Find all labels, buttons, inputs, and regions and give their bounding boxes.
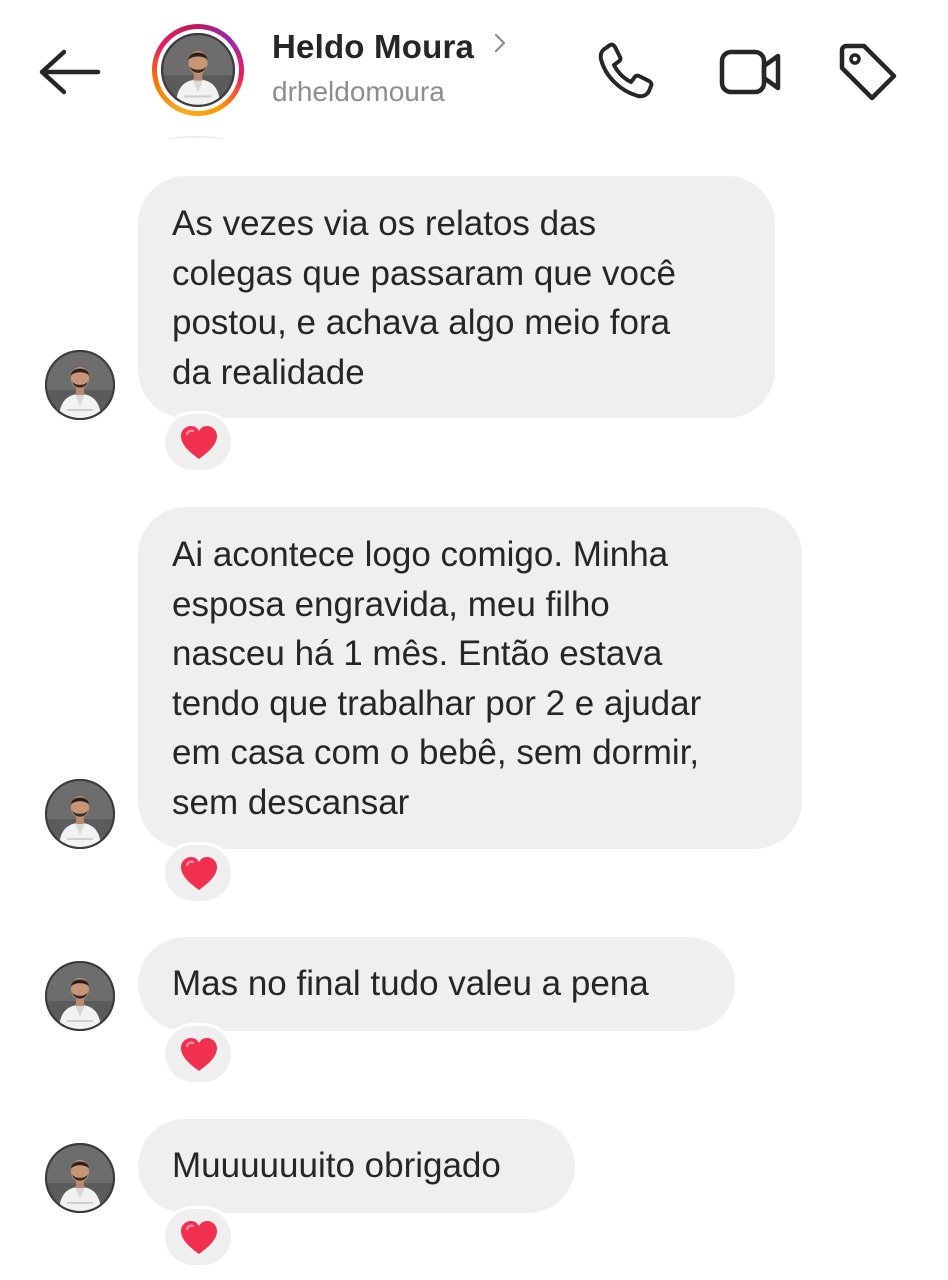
heart-icon [180,856,218,892]
message-text-line: da realidade [172,352,365,392]
avatar [45,1143,115,1213]
contact-username: drheldomoura [272,76,445,107]
profile-avatar-story-ring[interactable] [152,24,244,116]
message-bubble[interactable]: Mas no final tudo valeu a pena [138,937,735,1031]
avatar [45,961,115,1031]
message-text-line: esposa engravida, meu filho [172,584,610,624]
message-text-line: sem descansar [172,782,410,822]
message-text-line: Ai acontece logo comigo. Minha [172,535,669,574]
message-text-line: colegas que passaram que você [172,253,676,293]
chevron-right-icon [494,33,505,53]
message-text-line: em casa com o bebê, sem dormir, [172,733,700,772]
message-bubble[interactable]: Muuuuuuito obrigado [138,1119,575,1213]
avatar [45,350,115,420]
avatar [45,779,115,849]
video-camera-icon [719,49,781,95]
phone-icon [598,42,654,99]
back-button[interactable] [36,44,102,100]
contact-name: Heldo Moura [272,28,475,65]
call-button[interactable] [592,38,660,106]
back-arrow-icon [39,49,101,95]
heart-reaction[interactable] [162,842,234,904]
message-text-line: nasceu há 1 mês. Então estava [172,634,663,673]
contact-title[interactable]: Heldo Moura drheldomoura [272,28,552,108]
heart-icon [180,1037,218,1073]
message-text-line: postou, e achava algo meio fora [172,303,671,342]
heart-icon [180,425,218,461]
tag-button[interactable] [834,38,902,106]
message-text-line: Mas no final tudo valeu a pena [172,964,649,1003]
chat-header: Heldo Moura drheldomoura [0,0,948,140]
message-text-line: As vezes via os relatos das [172,204,597,243]
divider [168,136,224,144]
heart-reaction[interactable] [162,1023,234,1085]
heart-icon [180,1220,218,1256]
heart-reaction[interactable] [162,1206,234,1268]
message-text-line: tendo que trabalhar por 2 e ajudar [172,683,702,723]
message-bubble[interactable]: Ai acontece logo comigo. Minha esposa en… [138,507,802,849]
tag-icon [839,43,897,101]
message-bubble[interactable]: As vezes via os relatos das colegas que … [138,176,775,418]
heart-reaction[interactable] [162,411,234,473]
avatar [161,33,235,107]
video-call-button[interactable] [716,38,784,106]
message-text-line: Muuuuuuito obrigado [172,1146,501,1185]
